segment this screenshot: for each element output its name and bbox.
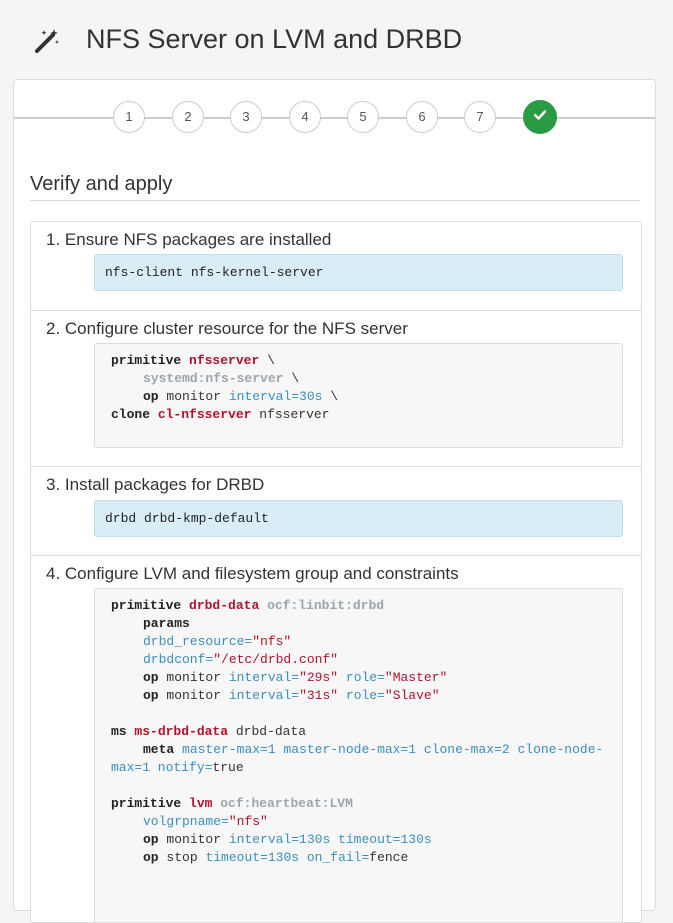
- section-divider: [30, 200, 640, 201]
- list-item: 3. Install packages for DRBD drbd drbd-k…: [31, 466, 641, 556]
- item-title: 4. Configure LVM and filesystem group an…: [46, 564, 459, 583]
- item-title: 3. Install packages for DRBD: [46, 475, 265, 494]
- action-list: 1. Ensure NFS packages are installed nfs…: [30, 221, 642, 923]
- code-line: volgrpname="nfs": [143, 814, 268, 829]
- code-line: params: [143, 616, 190, 631]
- code-line: op monitor interval=30s \: [143, 389, 339, 404]
- wizard-step-1[interactable]: 1: [113, 101, 145, 133]
- check-icon: [533, 110, 547, 120]
- wizard-panel: 1 2 3 4 5 6 7 Verify and apply 1. Ensure…: [13, 79, 656, 923]
- list-item: 4. Configure LVM and filesystem group an…: [31, 555, 641, 922]
- code-line: meta master-max=1 master-node-max=1 clon…: [111, 742, 604, 775]
- item-title: 1. Ensure NFS packages are installed: [46, 230, 332, 249]
- section-title: Verify and apply: [30, 173, 173, 195]
- code-line: systemd:nfs-server \: [143, 371, 300, 386]
- code-line: primitive lvm ocf:heartbeat:LVM: [111, 796, 353, 811]
- magic-wand-icon: [35, 29, 59, 53]
- wizard-step-2[interactable]: 2: [172, 101, 204, 133]
- list-item: 1. Ensure NFS packages are installed nfs…: [31, 222, 641, 311]
- crm-code-block: primitive drbd-data ocf:linbit:drbd para…: [94, 588, 623, 922]
- wizard-step-complete[interactable]: [523, 100, 557, 134]
- code-line: primitive drbd-data ocf:linbit:drbd: [111, 598, 385, 613]
- wizard-step-6[interactable]: 6: [406, 101, 438, 133]
- package-list: nfs-client nfs-kernel-server: [94, 254, 623, 291]
- code-line: op monitor interval="29s" role="Master": [143, 670, 448, 685]
- package-list: drbd drbd-kmp-default: [94, 500, 623, 537]
- code-line: drbdconf="/etc/drbd.conf": [143, 652, 339, 667]
- crm-code-block: primitive nfsserver \ systemd:nfs-server…: [94, 343, 623, 448]
- code-line: primitive nfsserver \: [111, 353, 275, 368]
- wizard-step-7[interactable]: 7: [464, 101, 496, 133]
- code-line: op monitor interval="31s" role="Slave": [143, 688, 440, 703]
- code-line: op monitor interval=130s timeout=130s: [143, 832, 432, 847]
- item-title: 2. Configure cluster resource for the NF…: [46, 319, 408, 338]
- wizard-step-5[interactable]: 5: [347, 101, 379, 133]
- page-title: NFS Server on LVM and DRBD: [86, 24, 463, 54]
- code-line: op stop timeout=130s on_fail=fence: [143, 850, 409, 865]
- wizard-progress-line: [14, 117, 655, 119]
- wizard-step-4[interactable]: 4: [289, 101, 321, 133]
- page-header: NFS Server on LVM and DRBD: [0, 0, 673, 80]
- code-line: clone cl-nfsserver nfsserver: [111, 407, 330, 422]
- list-item: 2. Configure cluster resource for the NF…: [31, 310, 641, 467]
- code-line: ms ms-drbd-data drbd-data: [111, 724, 307, 739]
- code-line: drbd_resource="nfs": [143, 634, 292, 649]
- wizard-step-3[interactable]: 3: [230, 101, 262, 133]
